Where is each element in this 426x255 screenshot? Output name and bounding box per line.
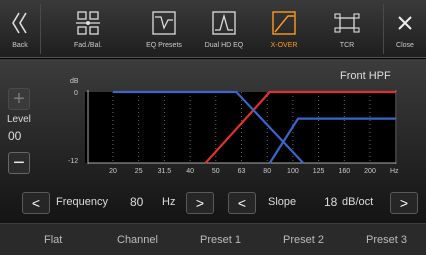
control-row: < Frequency 80 Hz > < Slope 18 dB/oct > bbox=[0, 192, 426, 218]
dual-hd-eq-label: Dual HD EQ bbox=[204, 42, 244, 49]
close-button[interactable]: Close bbox=[388, 0, 422, 58]
back-button[interactable]: Back bbox=[4, 0, 36, 58]
tcr-button[interactable]: TCR bbox=[322, 0, 372, 58]
x-over-label: X-OVER bbox=[270, 42, 298, 49]
frequency-value: 80 bbox=[130, 195, 144, 209]
x-tick-label: 50 bbox=[212, 168, 220, 175]
dual-hd-eq-icon bbox=[209, 8, 239, 38]
eq-presets-button[interactable]: EQ Presets bbox=[134, 0, 194, 58]
fader-balance-icon bbox=[73, 8, 103, 38]
frequency-next-button[interactable]: > bbox=[186, 192, 214, 214]
x-tick-label: 31.5 bbox=[158, 168, 172, 175]
y-bottom-label: -12 bbox=[68, 158, 78, 165]
tab-flat[interactable]: Flat bbox=[44, 234, 62, 246]
x-tick-label: 160 bbox=[338, 168, 350, 175]
close-icon bbox=[390, 8, 420, 38]
tab-preset-1[interactable]: Preset 1 bbox=[200, 234, 241, 246]
frequency-prev-button[interactable]: < bbox=[22, 192, 50, 214]
y-unit-label: dB bbox=[70, 78, 79, 85]
toolbar-divider bbox=[383, 4, 384, 54]
slope-label: Slope bbox=[268, 196, 297, 208]
x-tick-label: 40 bbox=[186, 168, 194, 175]
frequency-label: Frequency bbox=[56, 196, 108, 208]
y-top-label: 0 bbox=[74, 90, 78, 97]
x-tick-label: 100 bbox=[287, 168, 299, 175]
double-chevron-left-icon bbox=[5, 8, 35, 38]
crossover-icon bbox=[269, 8, 299, 38]
x-tick-label: 25 bbox=[135, 168, 143, 175]
eq-presets-icon bbox=[149, 8, 179, 38]
x-tick-label: 200 bbox=[364, 168, 376, 175]
close-label: Close bbox=[396, 42, 414, 49]
tcr-label: TCR bbox=[339, 42, 355, 49]
fader-balance-button[interactable]: Fad./Bal. bbox=[62, 0, 114, 58]
tab-preset-2[interactable]: Preset 2 bbox=[283, 234, 324, 246]
back-label: Back bbox=[12, 42, 28, 49]
toolbar-divider bbox=[40, 4, 41, 54]
tcr-icon bbox=[332, 8, 362, 38]
top-toolbar: Back Fad./Bal. EQ Presets Dual HD EQ X-O… bbox=[0, 0, 426, 58]
tab-channel[interactable]: Channel bbox=[117, 234, 158, 246]
slope-unit: dB/oct bbox=[342, 196, 374, 208]
x-unit-label: Hz bbox=[390, 168, 399, 175]
slope-next-button[interactable]: > bbox=[390, 192, 418, 214]
x-over-tab[interactable]: X-OVER bbox=[258, 0, 310, 58]
bottom-tab-bar: Flat Channel Preset 1 Preset 2 Preset 3 bbox=[0, 223, 426, 255]
crossover-panel: + Level 00 − Front HPF dB 0 -12 Hz 20 25 3… bbox=[0, 59, 426, 223]
fader-balance-label: Fad./Bal. bbox=[73, 42, 102, 49]
x-tick-label: 63 bbox=[238, 168, 246, 175]
eq-presets-label: EQ Presets bbox=[146, 42, 182, 49]
x-tick-label: 20 bbox=[109, 168, 117, 175]
x-tick-label: 80 bbox=[263, 168, 271, 175]
frequency-unit: Hz bbox=[162, 196, 176, 208]
dual-hd-eq-button[interactable]: Dual HD EQ bbox=[194, 0, 254, 58]
x-tick-label: 125 bbox=[313, 168, 325, 175]
slope-prev-button[interactable]: < bbox=[228, 192, 256, 214]
slope-value: 18 bbox=[324, 195, 338, 209]
crossover-graph: dB 0 -12 Hz 20 25 31.5 40 50 63 80 100 125 160 200 bbox=[68, 78, 399, 175]
tab-preset-3[interactable]: Preset 3 bbox=[366, 234, 407, 246]
